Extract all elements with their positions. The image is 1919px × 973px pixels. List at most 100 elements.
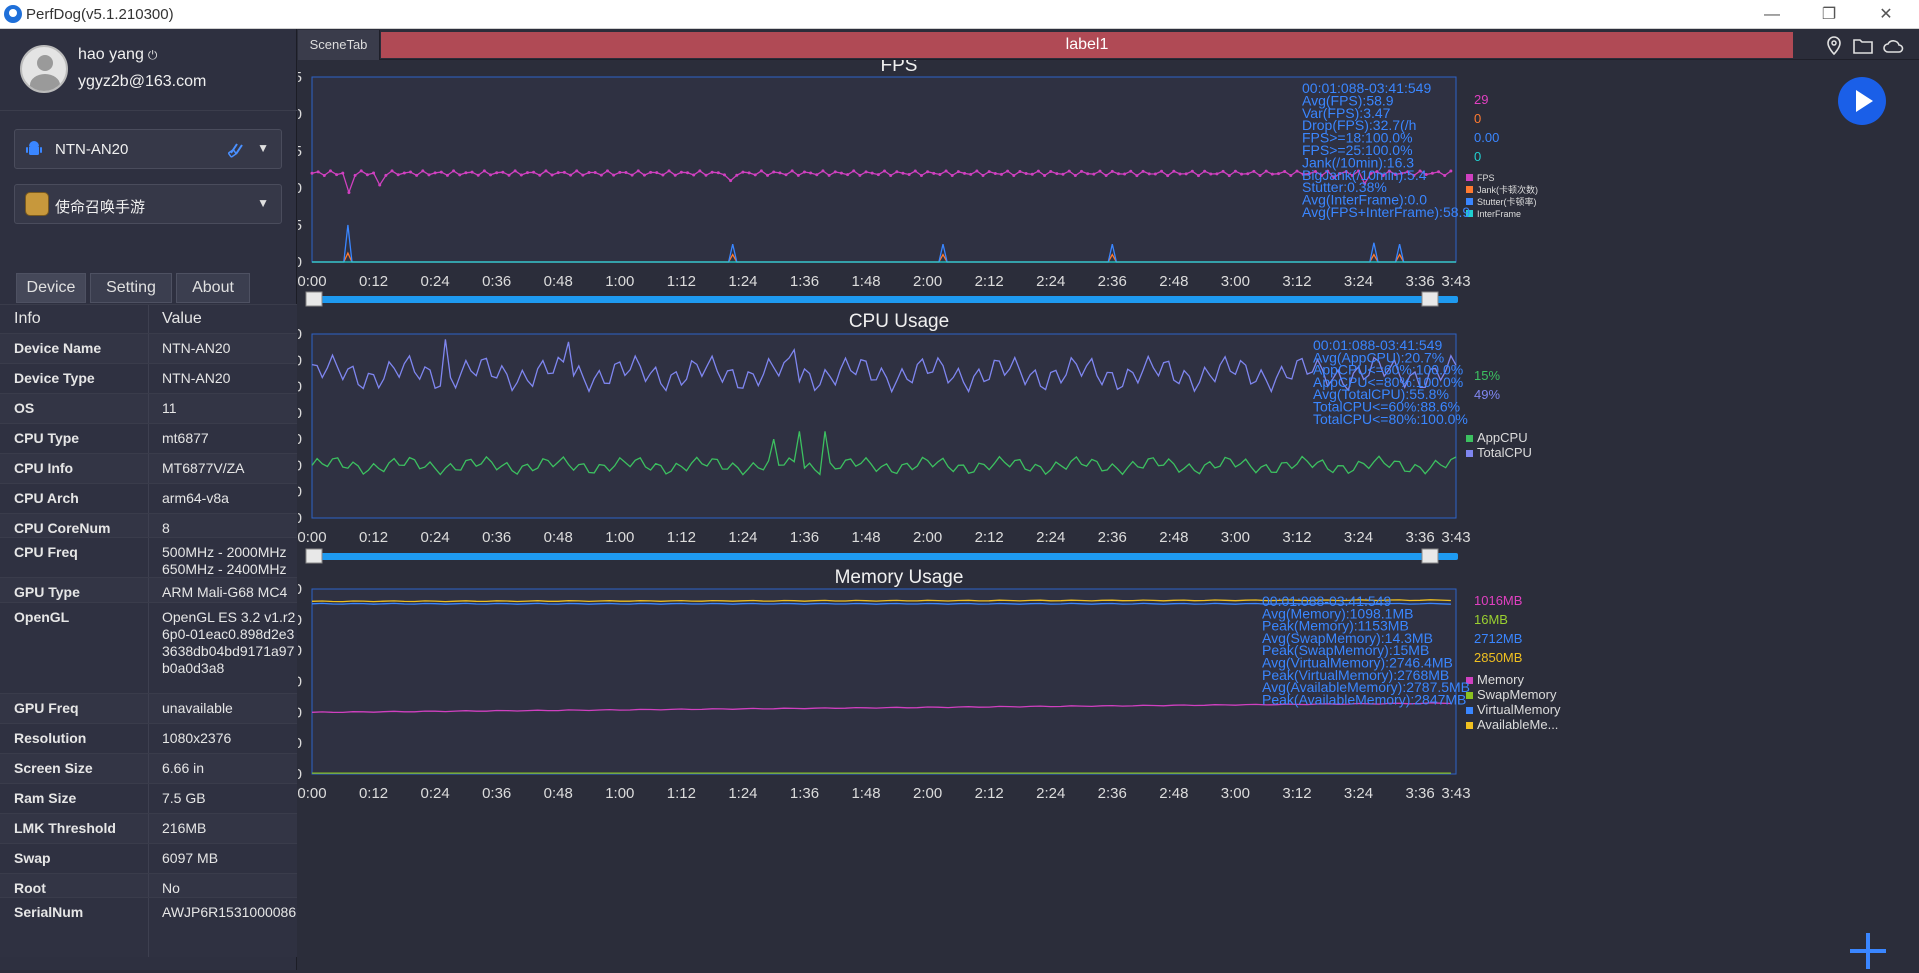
row-key: CPU Type	[14, 430, 80, 446]
x-tick-label: 2:24	[1036, 785, 1065, 802]
y-tick-label: 70	[298, 326, 302, 343]
x-tick-label: 1:24	[728, 785, 757, 802]
x-tick-label: 2:48	[1159, 273, 1188, 290]
row-value: AWJP6R1531000086	[162, 904, 297, 920]
table-row: CPU Info MT6877V/ZA	[0, 453, 297, 483]
table-row: CPU Freq 500MHz - 2000MHz 650MHz - 2400MH…	[0, 537, 297, 577]
row-value: 216MB	[162, 820, 207, 836]
legend-swatch	[1466, 722, 1473, 729]
scene-tab[interactable]: SceneTab	[298, 30, 380, 60]
x-tick-label: 2:36	[1098, 273, 1127, 290]
current-value: 15%	[1474, 368, 1500, 383]
y-tick-label: 2,500	[298, 612, 302, 629]
user-profile: hao yang ⏻ ygyz2b@163.com	[0, 29, 297, 111]
table-row: Ram Size 7.5 GB	[0, 783, 297, 813]
usb-link-icon[interactable]	[227, 140, 247, 158]
x-tick-label: 2:48	[1159, 785, 1188, 802]
device-selector[interactable]: NTN-AN20 ▼	[14, 129, 282, 169]
table-row: LMK Threshold 216MB	[0, 813, 297, 843]
sidebar-tabs: Device Setting About	[14, 273, 297, 303]
x-tick-label: 1:48	[851, 529, 880, 546]
x-tick-label: 1:12	[667, 785, 696, 802]
table-row: CPU CoreNum 8	[0, 513, 297, 537]
avatar[interactable]	[20, 45, 68, 93]
table-row: Resolution 1080x2376	[0, 723, 297, 753]
x-tick-label: 3:12	[1282, 785, 1311, 802]
row-key: SerialNum	[14, 904, 84, 920]
chevron-down-icon[interactable]: ▼	[257, 141, 269, 155]
label-tab[interactable]: label1	[381, 32, 1793, 58]
y-tick-label: 0	[298, 254, 302, 271]
x-tick-label: 2:12	[975, 273, 1004, 290]
slider-handle-left	[305, 291, 323, 307]
row-value: 6097 MB	[162, 850, 219, 866]
x-tick-label: 3:36	[1405, 273, 1434, 290]
x-tick-label: 0:36	[482, 529, 511, 546]
chart-title: CPU Usage	[849, 311, 949, 332]
x-tick-label: 1:48	[851, 273, 880, 290]
y-tick-label: 500	[298, 735, 302, 752]
x-tick-label: 2:00	[913, 785, 942, 802]
y-tick-label: 60	[298, 352, 302, 369]
slider-handle-right	[1421, 291, 1439, 307]
row-value: 7.5 GB	[162, 790, 206, 806]
title-bar: PerfDog(v5.1.210300) — ❐ ✕	[0, 0, 1919, 29]
x-tick-label: 2:24	[1036, 273, 1065, 290]
time-range-slider	[314, 553, 1458, 560]
x-tick-label: 3:12	[1282, 529, 1311, 546]
table-header: Info Value	[0, 304, 297, 333]
sidebar: hao yang ⏻ ygyz2b@163.com NTN-AN20 ▼ 使命召唤…	[0, 29, 297, 970]
x-tick-label: 2:48	[1159, 529, 1188, 546]
x-tick-label: 1:48	[851, 785, 880, 802]
x-tick-label: 1:24	[728, 529, 757, 546]
folder-icon[interactable]	[1852, 35, 1874, 57]
x-tick-label: 3:43	[1441, 529, 1470, 546]
cloud-icon[interactable]	[1882, 35, 1904, 57]
plus-icon[interactable]	[1846, 929, 1890, 973]
x-tick-label: 3:36	[1405, 529, 1434, 546]
current-value: 49%	[1474, 387, 1500, 402]
current-value: 2712MB	[1474, 631, 1522, 646]
close-button[interactable]: ✕	[1863, 2, 1909, 28]
x-tick-label: 0:24	[421, 529, 450, 546]
x-tick-label: 1:12	[667, 529, 696, 546]
x-tick-label: 2:24	[1036, 529, 1065, 546]
row-value: 11	[162, 400, 177, 416]
legend-swatch	[1466, 707, 1473, 714]
table-row: Swap 6097 MB	[0, 843, 297, 873]
x-tick-label: 0:00	[298, 785, 327, 802]
x-tick-label: 0:12	[359, 529, 388, 546]
x-tick-label: 0:12	[359, 273, 388, 290]
row-key: Root	[14, 880, 46, 896]
current-value: 1016MB	[1474, 593, 1522, 608]
logout-icon[interactable]: ⏻	[148, 48, 158, 62]
x-tick-label: 2:36	[1098, 529, 1127, 546]
x-tick-label: 0:24	[421, 273, 450, 290]
x-tick-label: 1:00	[605, 529, 634, 546]
row-key: OpenGL	[14, 609, 70, 625]
x-tick-label: 0:48	[544, 273, 573, 290]
restore-button[interactable]: ❐	[1806, 2, 1852, 28]
row-value: arm64-v8a	[162, 490, 229, 506]
table-row: Screen Size 6.66 in	[0, 753, 297, 783]
row-key: CPU Freq	[14, 544, 78, 560]
user-email: ygyz2b@163.com	[78, 73, 207, 90]
row-value: 500MHz - 2000MHz 650MHz - 2400MHz	[162, 544, 287, 577]
tab-about[interactable]: About	[176, 273, 250, 303]
tab-device[interactable]: Device	[16, 273, 86, 303]
app-selector[interactable]: 使命召唤手游 ▼	[14, 184, 282, 224]
tab-setting[interactable]: Setting	[90, 273, 172, 303]
charts-area: FPSFPS02550751001250:000:120:240:360:481…	[298, 55, 1561, 802]
play-button[interactable]	[1838, 77, 1886, 125]
chevron-down-icon[interactable]: ▼	[257, 196, 269, 210]
x-tick-label: 1:36	[790, 785, 819, 802]
table-row: OpenGL OpenGL ES 3.2 v1.r26p0-01eac0.898d…	[0, 602, 297, 693]
y-tick-label: 0	[298, 510, 302, 527]
location-icon[interactable]	[1823, 35, 1845, 57]
device-selector-label: NTN-AN20	[55, 141, 129, 158]
x-tick-label: 1:00	[605, 273, 634, 290]
stats-line: TotalCPU<=80%:100.0%	[1313, 411, 1468, 427]
minimize-button[interactable]: —	[1749, 2, 1795, 28]
row-value: 1080x2376	[162, 730, 232, 746]
current-value: 16MB	[1474, 612, 1508, 627]
